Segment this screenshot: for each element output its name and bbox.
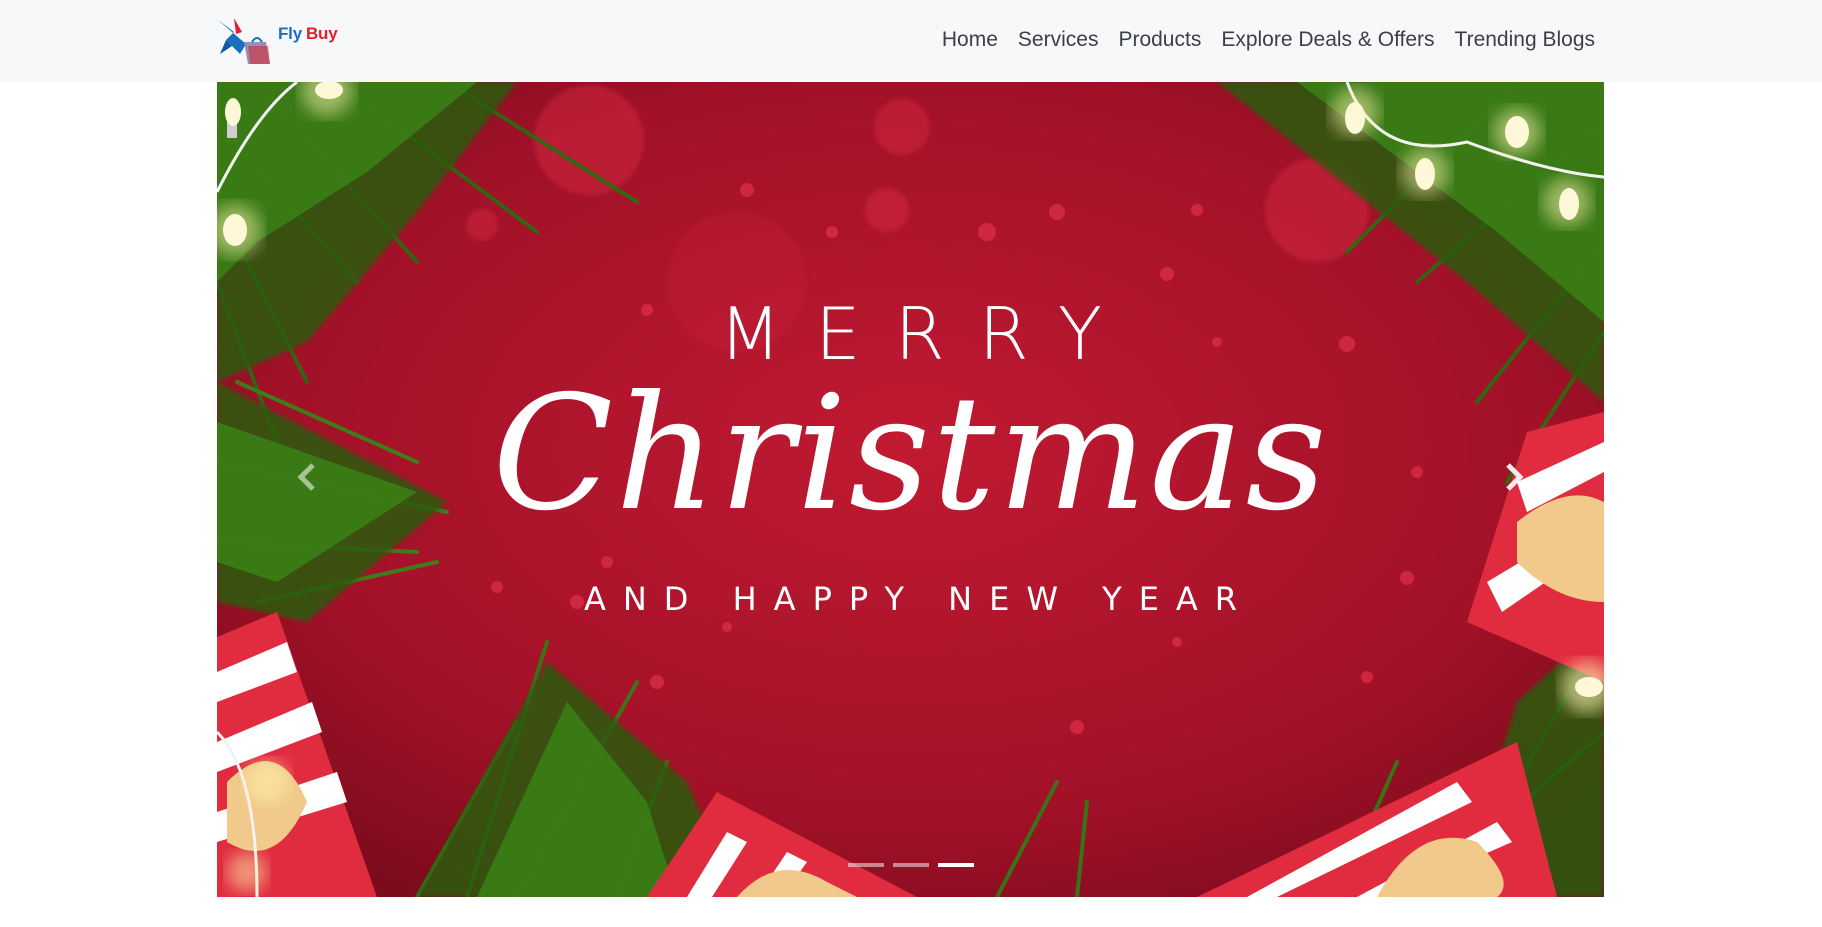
- carousel-indicator-3[interactable]: [937, 863, 974, 867]
- carousel-next-button[interactable]: [1484, 437, 1544, 517]
- chevron-right-icon: [1506, 463, 1524, 491]
- christmas-banner-image: [217, 82, 1604, 897]
- main-nav: Home Services Products Explore Deals & O…: [932, 27, 1595, 53]
- nav-link-deals[interactable]: Explore Deals & Offers: [1211, 27, 1444, 53]
- nav-link-blogs[interactable]: Trending Blogs: [1445, 27, 1595, 53]
- carousel-indicator-2[interactable]: [892, 863, 929, 867]
- nav-item-products: Products: [1108, 27, 1211, 53]
- nav-item-home: Home: [932, 27, 1008, 53]
- carousel-indicator-1[interactable]: [847, 863, 884, 867]
- brand-name-first: Fly: [278, 24, 302, 43]
- carousel-prev-button[interactable]: [277, 437, 337, 517]
- nav-link-home[interactable]: Home: [932, 27, 1008, 53]
- brand-name: Fly Buy: [278, 24, 338, 44]
- brand-name-second: Buy: [305, 24, 338, 43]
- hummingbird-bag-icon: [218, 18, 270, 64]
- chevron-left-icon: [297, 463, 315, 491]
- nav-item-services: Services: [1008, 27, 1109, 53]
- brand-logo-link[interactable]: Fly Buy: [216, 14, 338, 68]
- nav-item-deals: Explore Deals & Offers: [1211, 27, 1444, 53]
- hero-carousel: MERRY Christmas AND HAPPY NEW YEAR: [217, 82, 1604, 897]
- navbar: Fly Buy Home Services Products Explore De…: [0, 0, 1822, 82]
- nav-item-blogs: Trending Blogs: [1445, 27, 1595, 53]
- nav-link-products[interactable]: Products: [1108, 27, 1211, 53]
- carousel-indicators: [217, 863, 1604, 867]
- nav-link-services[interactable]: Services: [1008, 27, 1109, 53]
